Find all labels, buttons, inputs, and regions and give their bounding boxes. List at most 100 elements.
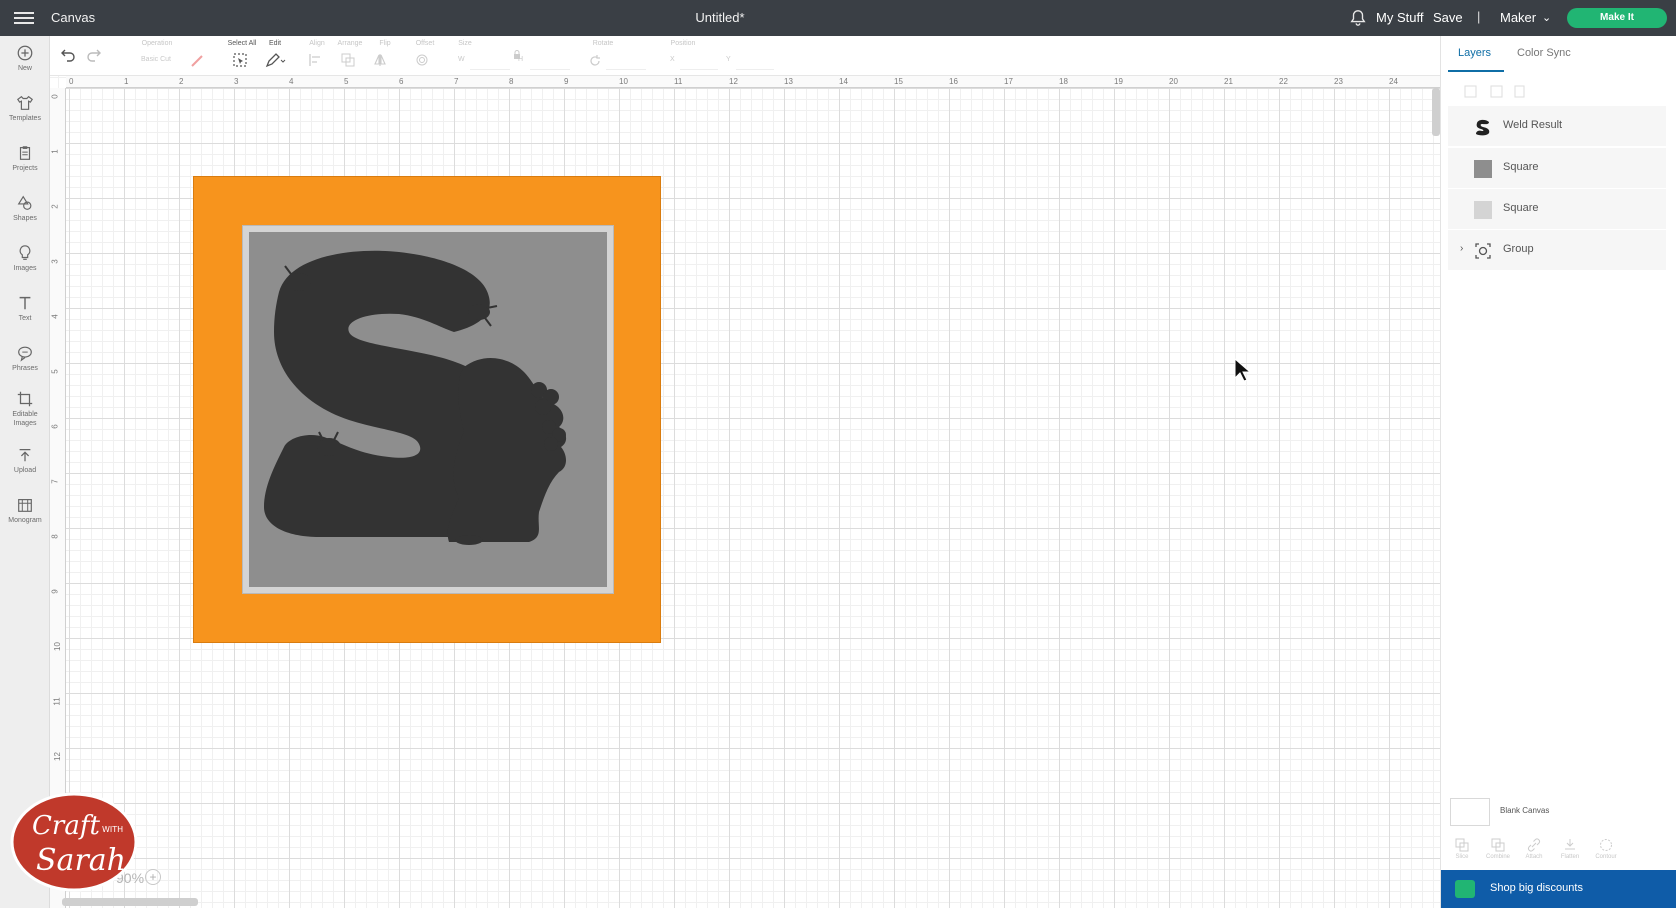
- ruler-top-tick: 24: [1389, 77, 1398, 86]
- chevron-down-icon[interactable]: ⌄: [1542, 11, 1551, 24]
- ruler-top-tick: 18: [1059, 77, 1068, 86]
- flip-icon[interactable]: [372, 52, 394, 68]
- offset-label: Offset: [415, 40, 435, 47]
- ruler-top-tick: 22: [1279, 77, 1288, 86]
- select-all-icon[interactable]: [232, 52, 248, 68]
- pen-color-icon[interactable]: [190, 54, 204, 68]
- ruler-top-tick: 1: [124, 77, 129, 86]
- height-label: H: [518, 56, 524, 63]
- ruler-top-tick: 17: [1004, 77, 1013, 86]
- layer-group[interactable]: › Group: [1448, 230, 1666, 270]
- speech-bubble-icon: [18, 346, 32, 362]
- svg-text:WITH: WITH: [102, 825, 123, 834]
- layer-square-1[interactable]: Square: [1448, 148, 1666, 188]
- ruler-left-tick: 4: [50, 314, 60, 319]
- rotate-icon[interactable]: [588, 54, 602, 68]
- combine-button[interactable]: Combine: [1481, 836, 1515, 860]
- ruler-left-tick: 3: [50, 259, 60, 264]
- lock-icon: [1455, 880, 1475, 898]
- offset-icon[interactable]: [414, 52, 436, 68]
- ruler-top-tick: 10: [619, 77, 628, 86]
- ruler-top-tick: 11: [674, 77, 683, 86]
- sidebar-item-images[interactable]: Images: [0, 244, 50, 273]
- operation-select[interactable]: Basic Cut: [126, 56, 186, 70]
- ruler-top-tick: 12: [729, 77, 738, 86]
- horizontal-scroll-thumb[interactable]: [62, 898, 198, 906]
- align-label: Align: [309, 40, 325, 47]
- layer-actions-bar: Slice Combine Attach Flatten Contour: [1441, 836, 1676, 870]
- sidebar-item-new[interactable]: New: [0, 44, 50, 73]
- plus-circle-icon: [17, 45, 33, 61]
- ruler-top-tick: 5: [344, 77, 349, 86]
- slice-icon: [1455, 838, 1469, 852]
- ruler-top-tick: 19: [1114, 77, 1123, 86]
- blank-canvas-row[interactable]: Blank Canvas: [1448, 796, 1666, 832]
- make-it-button[interactable]: Make It: [1567, 8, 1667, 28]
- contour-button[interactable]: Contour: [1589, 836, 1623, 860]
- ruler-top-tick: 0: [69, 77, 74, 86]
- size-label: Size: [458, 40, 472, 47]
- bell-icon[interactable]: [1349, 9, 1367, 27]
- craft-with-sarah-logo: Craft WITH Sarah: [10, 792, 138, 892]
- ruler-top-tick: 16: [949, 77, 958, 86]
- height-input[interactable]: [530, 56, 570, 70]
- contour-icon: [1600, 839, 1612, 851]
- vertical-scroll-thumb[interactable]: [1432, 88, 1440, 136]
- y-label: Y: [726, 56, 731, 63]
- sidebar-item-upload[interactable]: Upload: [0, 446, 50, 475]
- shapes-icon: [17, 195, 32, 210]
- monogram-icon: [18, 499, 32, 512]
- ruler-top-tick: 21: [1224, 77, 1233, 86]
- position-label: Position: [670, 40, 696, 47]
- gray-square-layer[interactable]: [249, 232, 607, 587]
- rotate-label: Rotate: [592, 40, 614, 47]
- shop-discounts-banner[interactable]: Shop big discounts: [1441, 870, 1676, 908]
- combine-icon: [1491, 838, 1505, 852]
- ruler-left-tick: 10: [52, 642, 62, 651]
- ruler-top-tick: 6: [399, 77, 404, 86]
- sidebar-item-monogram[interactable]: Monogram: [0, 496, 50, 525]
- orange-square-layer[interactable]: [193, 176, 661, 643]
- width-input[interactable]: [470, 56, 510, 70]
- sidebar-item-shapes[interactable]: Shapes: [0, 194, 50, 223]
- chevron-right-icon[interactable]: ›: [1460, 243, 1463, 254]
- layer-square-2[interactable]: Square: [1448, 189, 1666, 229]
- layer-weld-result[interactable]: Weld Result: [1448, 106, 1666, 146]
- my-stuff-link[interactable]: My Stuff: [1376, 10, 1423, 25]
- weld-result-letter-s-shape[interactable]: [249, 232, 607, 587]
- vertical-scrollbar[interactable]: [1430, 80, 1440, 900]
- light-gray-square-layer[interactable]: [242, 225, 614, 594]
- flatten-button[interactable]: Flatten: [1553, 836, 1587, 860]
- ruler-left-tick: 7: [50, 479, 60, 484]
- document-title[interactable]: Untitled*: [0, 10, 1440, 25]
- ruler-left-tick: 8: [50, 534, 60, 539]
- sidebar-item-templates[interactable]: Templates: [0, 94, 50, 123]
- sidebar-item-text[interactable]: Text: [0, 294, 50, 323]
- sidebar-item-projects[interactable]: Projects: [0, 144, 50, 173]
- slice-button[interactable]: Slice: [1445, 836, 1479, 860]
- group-icon: [1475, 243, 1491, 259]
- align-icon[interactable]: [308, 52, 330, 68]
- mouse-cursor-icon: [1234, 358, 1250, 382]
- edit-pencil-icon[interactable]: [265, 52, 287, 68]
- ruler-top-tick: 3: [234, 77, 239, 86]
- tab-color-sync[interactable]: Color Sync: [1517, 47, 1571, 59]
- redo-icon[interactable]: [86, 46, 102, 62]
- machine-select[interactable]: Maker: [1500, 10, 1536, 25]
- canvas-color-swatch[interactable]: [1450, 798, 1490, 826]
- sidebar-item-editable-images[interactable]: Editable Images: [0, 390, 50, 428]
- rotate-input[interactable]: [606, 56, 646, 70]
- x-input[interactable]: [680, 56, 718, 70]
- save-button[interactable]: Save: [1433, 10, 1463, 25]
- zoom-in-button[interactable]: +: [145, 869, 161, 885]
- arrange-icon[interactable]: [340, 52, 362, 68]
- panel-scrollbar[interactable]: [1667, 108, 1673, 788]
- ruler-left-tick: 2: [50, 204, 60, 209]
- tab-layers[interactable]: Layers: [1458, 47, 1491, 59]
- undo-icon[interactable]: [60, 46, 76, 62]
- attach-button[interactable]: Attach: [1517, 836, 1551, 860]
- y-input[interactable]: [736, 56, 774, 70]
- x-label: X: [670, 56, 675, 63]
- sidebar-item-phrases[interactable]: Phrases: [0, 344, 50, 373]
- ruler-top-tick: 9: [564, 77, 569, 86]
